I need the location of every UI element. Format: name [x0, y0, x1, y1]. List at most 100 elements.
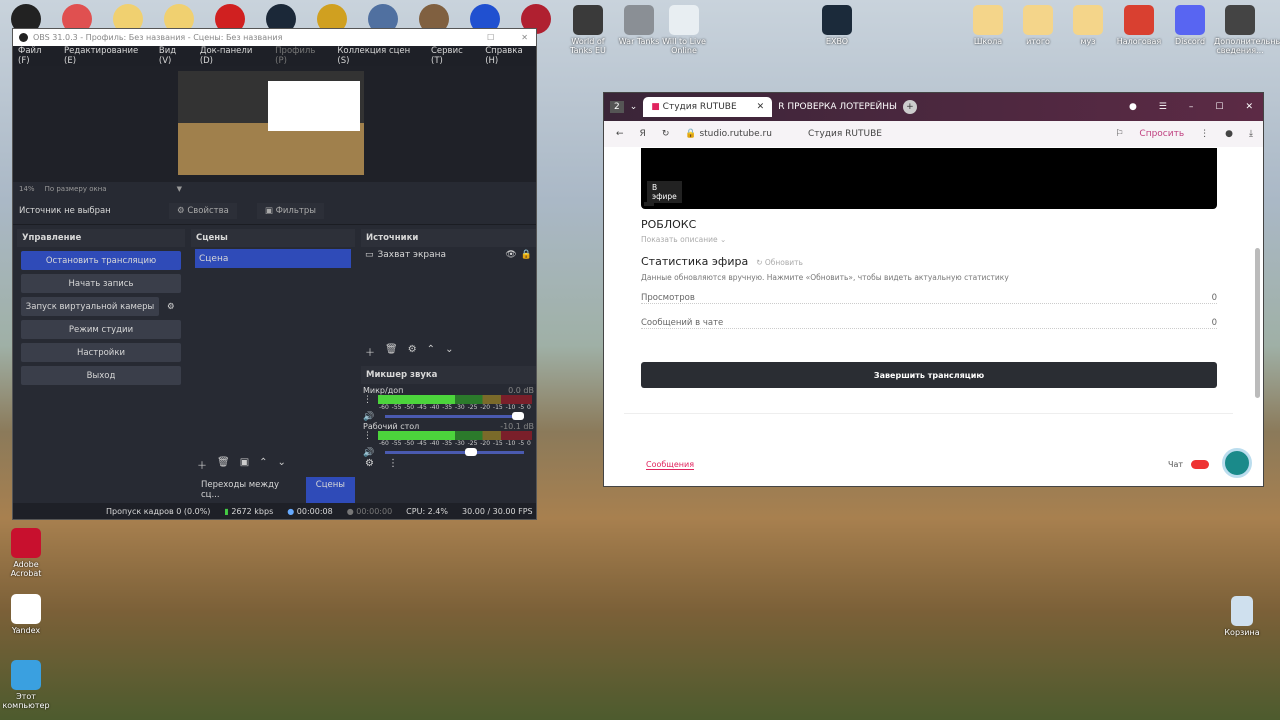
speaker-icon[interactable]: 🔊 [363, 412, 374, 422]
menu-item[interactable]: Редактирование (E) [64, 46, 149, 66]
close-icon[interactable]: ✕ [521, 33, 528, 42]
desktop-icon[interactable]: EXBO [811, 5, 863, 46]
zoom-mode-select[interactable]: По размеру окна [45, 185, 107, 193]
control-button[interactable]: Выход [21, 366, 181, 385]
properties-button[interactable]: ⚙ Свойства [169, 202, 237, 219]
menu-item[interactable]: Коллекция сцен (S) [337, 46, 421, 66]
tick-label: -10 [505, 404, 516, 411]
support-chat-button[interactable] [1222, 448, 1252, 478]
eye-icon[interactable]: 👁 [505, 250, 516, 260]
desktop-icon[interactable]: World of Tanks EU [562, 5, 614, 55]
desktop-icon[interactable]: Этот компьютер [0, 660, 52, 710]
maximize-icon[interactable]: ☐ [487, 33, 494, 42]
tab-count[interactable]: 2 [610, 101, 624, 113]
down-icon[interactable]: ⌄ [278, 457, 286, 472]
filter-icon[interactable]: ▣ [240, 457, 249, 472]
more-icon[interactable]: ⋮ [1200, 129, 1209, 139]
channel-menu-icon[interactable]: ⋮ [363, 431, 372, 447]
back-icon[interactable]: ← [616, 129, 624, 139]
trash-icon[interactable]: 🗑 [217, 457, 230, 472]
volume-meter [378, 395, 532, 404]
end-stream-button[interactable]: Завершить трансляцию [641, 362, 1217, 388]
maximize-icon[interactable]: ☐ [1215, 102, 1223, 112]
desktop-icon[interactable]: Adobe Acrobat [0, 528, 52, 578]
menu-item[interactable]: Файл (F) [18, 46, 54, 66]
volume-slider[interactable] [385, 448, 524, 456]
address-bar: ← Я ↻ 🔒 studio.rutube.ru Студия RUTUBE ⚐ Спр… [604, 121, 1263, 147]
mixer-settings-icon[interactable]: ⚙ [365, 458, 374, 469]
download-icon[interactable]: ⤓ [1249, 129, 1263, 139]
tab-transitions[interactable]: Переходы между сц... [195, 477, 300, 503]
desktop-icon[interactable]: Дополнительные сведения... [1214, 5, 1280, 55]
menu-item[interactable]: Справка (H) [485, 46, 536, 66]
tick-label: -55 [391, 440, 402, 447]
tick-label: -35 [442, 404, 453, 411]
tab-rutube-studio[interactable]: ■ Студия RUTUBE ✕ [643, 97, 773, 117]
menu-icon[interactable]: ☰ [1159, 102, 1167, 112]
chat-toggle[interactable] [1191, 460, 1210, 469]
tab-lottery[interactable]: R ПРОВЕРКА ЛОТЕРЕЙНЫ [778, 102, 897, 112]
scrollbar[interactable] [1255, 248, 1260, 398]
menu-item[interactable]: Вид (V) [159, 46, 190, 66]
refresh-button[interactable]: ↻ Обновить [756, 258, 803, 267]
volume-slider[interactable] [385, 412, 524, 420]
up-icon[interactable]: ⌃ [427, 344, 435, 359]
gear-icon[interactable]: ⚙ [167, 302, 175, 312]
url-field[interactable]: 🔒 studio.rutube.ru [685, 129, 772, 139]
tick-label: -25 [467, 440, 478, 447]
control-button[interactable]: Начать запись [21, 274, 181, 293]
bookmark-icon[interactable]: ⚐ [1115, 129, 1123, 139]
down-icon[interactable]: ⌄ [445, 344, 453, 359]
menu-item[interactable]: Док-панели (D) [200, 46, 265, 66]
stream-player[interactable]: ● В эфире [641, 148, 1217, 209]
desktop-icon[interactable]: Школа [962, 5, 1014, 46]
sources-dock: Источники ▭ Захват экрана 👁 🔒 ＋ 🗑 ⚙ ⌃ ⌄ [361, 229, 536, 359]
tick-label: -40 [429, 440, 440, 447]
desktop-icon[interactable]: муз [1062, 5, 1114, 46]
desktop-icon[interactable]: Will to Live Online [658, 5, 710, 55]
menu-item[interactable]: Сервис (T) [431, 46, 475, 66]
close-tab-icon: ✕ [756, 102, 765, 112]
tab-scenes[interactable]: Сцены [305, 477, 355, 503]
up-icon[interactable]: ⌃ [259, 457, 267, 472]
obs-preview[interactable] [13, 66, 536, 182]
reload-icon[interactable]: ↻ [662, 129, 670, 139]
add-icon[interactable]: ＋ [365, 344, 375, 359]
extension-icon[interactable]: ● [1225, 129, 1233, 139]
page-content: ● В эфире РОБЛОКС Показать описание ⌄ Ст… [604, 148, 1263, 486]
stat-row: Сообщений в чате 0 [641, 318, 1217, 329]
add-icon[interactable]: ＋ [197, 457, 207, 472]
menu-item[interactable]: Профиль (P) [275, 46, 327, 66]
filters-button[interactable]: ▣ Фильтры [256, 202, 324, 219]
desktop-icon[interactable]: Налоговая [1113, 5, 1165, 46]
ask-button[interactable]: Спросить [1139, 129, 1184, 139]
yandex-icon[interactable]: Я [640, 129, 646, 139]
mixer-menu-icon[interactable]: ⋮ [388, 458, 398, 469]
chevron-down-icon[interactable]: ▼ [177, 185, 182, 193]
r-icon: R [778, 102, 785, 112]
desktop-icon-recycle-bin[interactable]: Корзина [1216, 596, 1268, 637]
desktop-icon[interactable]: итого [1012, 5, 1064, 46]
source-item[interactable]: ▭ Захват экрана 👁 🔒 [361, 247, 536, 263]
profile-icon[interactable]: ● [1129, 102, 1137, 112]
desktop-icon[interactable]: Discord [1164, 5, 1216, 46]
control-button[interactable]: Запуск виртуальной камеры ⚙ [21, 297, 175, 316]
minimize-icon[interactable]: – [1189, 102, 1194, 112]
control-button[interactable]: Настройки [21, 343, 181, 362]
control-button[interactable]: Остановить трансляцию [21, 251, 181, 270]
desktop-icon[interactable]: Yandex [0, 594, 52, 635]
show-description-link[interactable]: Показать описание ⌄ [641, 235, 726, 244]
close-icon[interactable]: ✕ [1245, 102, 1253, 112]
trash-icon[interactable]: 🗑 [385, 344, 398, 359]
app-icon [1225, 5, 1255, 35]
tick-label: -5 [518, 440, 525, 447]
chevron-down-icon[interactable]: ⌄ [630, 102, 638, 112]
gear-icon[interactable]: ⚙ [408, 344, 417, 359]
tab-messages[interactable]: Сообщения [646, 460, 695, 470]
channel-menu-icon[interactable]: ⋮ [363, 395, 372, 411]
scene-item[interactable]: Сцена [195, 249, 351, 268]
lock-icon[interactable]: 🔒 [521, 250, 532, 260]
speaker-icon[interactable]: 🔊 [363, 448, 374, 458]
control-button[interactable]: Режим студии [21, 320, 181, 339]
new-tab-icon[interactable]: + [902, 100, 917, 114]
